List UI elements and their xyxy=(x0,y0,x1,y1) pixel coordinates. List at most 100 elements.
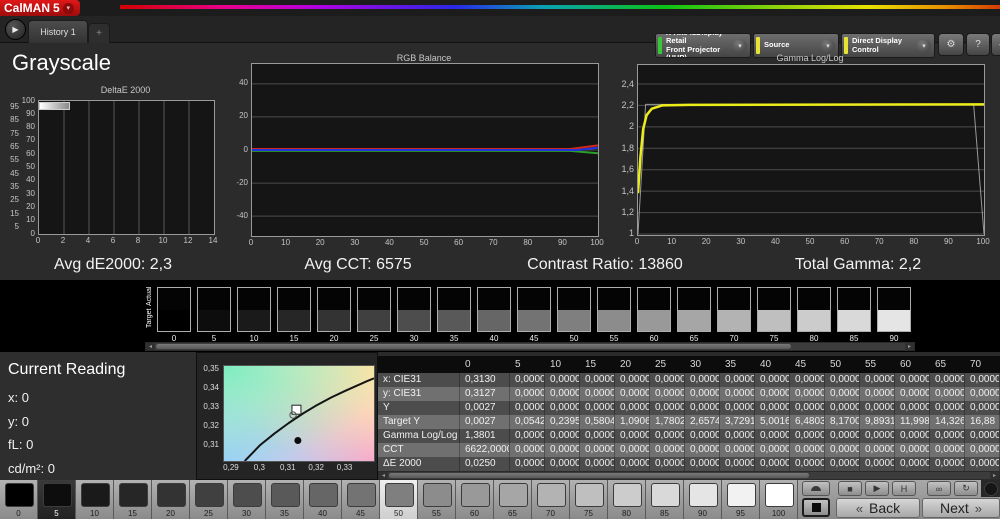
patch-button-85[interactable]: 85 xyxy=(646,480,684,519)
scroll-right-icon[interactable]: ▸ xyxy=(905,343,914,350)
table-cell: 0,0542 xyxy=(510,415,545,429)
patch-button-5[interactable]: 5 xyxy=(38,480,76,519)
strip-scrollbar-thumb[interactable] xyxy=(156,344,791,349)
table-cell: 0,0000 xyxy=(720,429,755,443)
table-cell: 0,0000 xyxy=(510,401,545,415)
patch-button-20[interactable]: 20 xyxy=(152,480,190,519)
actual-swatch-half xyxy=(838,288,870,310)
table-cell: 0,3127 xyxy=(460,387,510,401)
patch-label: 10 xyxy=(76,509,113,518)
target-swatch-half xyxy=(158,310,190,332)
table-column-header: 0 xyxy=(460,356,510,373)
patch-button-25[interactable]: 25 xyxy=(190,480,228,519)
patch-button-35[interactable]: 35 xyxy=(266,480,304,519)
patch-button-80[interactable]: 80 xyxy=(608,480,646,519)
actual-swatch-half xyxy=(518,288,550,310)
target-swatch-half xyxy=(278,310,310,332)
patch-button-30[interactable]: 30 xyxy=(228,480,266,519)
table-cell: 8,1700 xyxy=(825,415,860,429)
patch-button-90[interactable]: 90 xyxy=(684,480,722,519)
table-column-header: 15 xyxy=(580,356,615,373)
scroll-left-icon[interactable]: ◂ xyxy=(146,343,155,350)
deltae-y-tick: 65 xyxy=(3,142,19,151)
deltae-x-tick: 14 xyxy=(205,236,221,245)
patch-button-95[interactable]: 95 xyxy=(722,480,760,519)
table-cell: 0,0000 xyxy=(965,401,1000,415)
target-swatch-half xyxy=(758,310,790,332)
refresh-icon[interactable]: ↻ xyxy=(954,481,978,496)
patch-button-50[interactable]: 50 xyxy=(380,480,418,519)
logo-menu-chevron-down-icon[interactable]: ▾ xyxy=(63,3,74,14)
gamma-x-tick: 80 xyxy=(905,237,923,246)
table-row: y: CIE310,31270,00000,00000,00000,00000,… xyxy=(378,387,1000,401)
patch-button-70[interactable]: 70 xyxy=(532,480,570,519)
patch-label: 80 xyxy=(608,509,645,518)
patch-chip xyxy=(575,483,604,507)
table-cell: 0,0000 xyxy=(510,373,545,387)
table-cell: 0,0000 xyxy=(825,401,860,415)
stop-icon[interactable]: ■ xyxy=(838,481,862,496)
table-cell: 0,0000 xyxy=(685,401,720,415)
status-lamp xyxy=(981,480,1000,497)
tab-history-1[interactable]: History 1 xyxy=(28,20,88,43)
gamma-x-tick: 70 xyxy=(870,237,888,246)
table-row: ΔE 20000,02500,00000,00000,00000,00000,0… xyxy=(378,457,1000,471)
table-row-label: Y xyxy=(378,401,460,415)
play-icon[interactable]: ▶ xyxy=(865,481,889,496)
pattern-h-icon[interactable]: H xyxy=(892,481,916,496)
meter-dome-icon[interactable] xyxy=(802,481,830,496)
table-scrollbar[interactable]: ◂▸ xyxy=(378,471,1000,480)
next-button[interactable]: Next » xyxy=(922,498,1000,518)
table-cell: 0,0000 xyxy=(790,373,825,387)
table-cell: 0,0000 xyxy=(895,387,930,401)
app-logo[interactable]: CalMAN5 ▾ xyxy=(0,0,80,16)
table-cell: 0,0000 xyxy=(860,443,895,457)
rgb-x-tick: 40 xyxy=(380,238,398,247)
rgb-x-tick: 70 xyxy=(484,238,502,247)
table-cell: 0,0000 xyxy=(510,457,545,471)
strip-swatch xyxy=(477,287,511,332)
table-cell: 0,0000 xyxy=(860,457,895,471)
table-row: x: CIE310,31300,00000,00000,00000,00000,… xyxy=(378,373,1000,387)
rgb-x-tick: 20 xyxy=(311,238,329,247)
patch-button-10[interactable]: 10 xyxy=(76,480,114,519)
patch-chip xyxy=(119,483,148,507)
patch-label: 70 xyxy=(532,509,569,518)
table-column-header: 30 xyxy=(685,356,720,373)
table-row-label: ΔE 2000 xyxy=(378,457,460,471)
table-cell: 0,0000 xyxy=(790,387,825,401)
summary-stat: Avg dE2000: 2,3 xyxy=(54,256,172,274)
continuous-read-icon[interactable]: ∞ xyxy=(927,481,951,496)
target-swatch-half xyxy=(198,310,230,332)
back-button[interactable]: « Back xyxy=(836,498,920,518)
deltae-x-tick: 2 xyxy=(55,236,71,245)
deltae-y-tick: 95 xyxy=(3,102,19,111)
scroll-right-icon[interactable]: ▸ xyxy=(990,472,999,479)
deltae-y-tick: 75 xyxy=(3,129,19,138)
patch-window-icon[interactable] xyxy=(802,498,830,517)
patch-button-75[interactable]: 75 xyxy=(570,480,608,519)
table-cell: 16,88 xyxy=(965,415,1000,429)
gamma-y-tick: 1,4 xyxy=(610,186,634,196)
patch-button-60[interactable]: 60 xyxy=(456,480,494,519)
patch-button-45[interactable]: 45 xyxy=(342,480,380,519)
patch-button-40[interactable]: 40 xyxy=(304,480,342,519)
patch-button-100[interactable]: 100 xyxy=(760,480,798,519)
actual-swatch-half xyxy=(718,288,750,310)
table-cell: 0,0000 xyxy=(545,443,580,457)
gamma-x-tick: 50 xyxy=(801,237,819,246)
scroll-left-icon[interactable]: ◂ xyxy=(379,472,388,479)
table-scrollbar-thumb[interactable] xyxy=(389,473,809,478)
patch-button-55[interactable]: 55 xyxy=(418,480,456,519)
tab-list-play-icon[interactable]: ▶ xyxy=(5,19,26,40)
patch-button-65[interactable]: 65 xyxy=(494,480,532,519)
strip-scrollbar[interactable]: ◂▸ xyxy=(145,342,915,351)
rgb-y-tick: -20 xyxy=(230,178,248,187)
gamma-x-tick: 20 xyxy=(697,237,715,246)
patch-button-15[interactable]: 15 xyxy=(114,480,152,519)
patch-button-0[interactable]: 0 xyxy=(0,480,38,519)
table-cell: 0,0000 xyxy=(580,457,615,471)
target-swatch-half xyxy=(518,310,550,332)
strip-swatch xyxy=(677,287,711,332)
add-tab-button[interactable]: + xyxy=(88,23,110,43)
